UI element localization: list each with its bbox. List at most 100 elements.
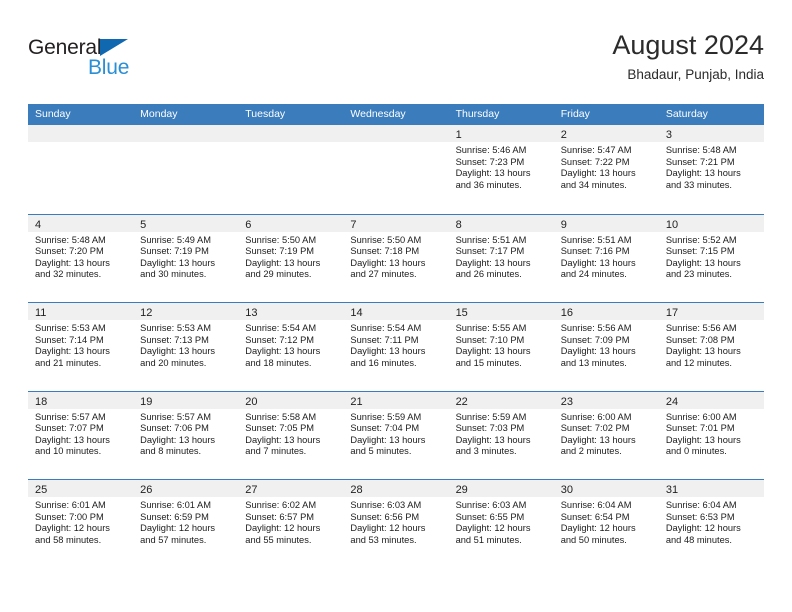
daylight-text-line2: and 0 minutes. (665, 446, 727, 457)
daylight-text-line1: Daylight: 13 hours (560, 168, 636, 179)
daylight-text-line2: and 21 minutes. (35, 357, 102, 368)
day-cell[interactable] (133, 125, 239, 214)
day-cell[interactable]: 13 Sunrise: 5:54 AM Sunset: 7:12 PM Dayl… (238, 303, 344, 391)
week-row: 1 Sunrise: 5:46 AM Sunset: 7:23 PM Dayli… (28, 125, 764, 214)
day-cell[interactable]: 30 Sunrise: 6:04 AM Sunset: 6:54 PM Dayl… (553, 480, 659, 568)
day-cell[interactable]: 31 Sunrise: 6:04 AM Sunset: 6:53 PM Dayl… (658, 480, 764, 568)
day-cell[interactable]: 7 Sunrise: 5:50 AM Sunset: 7:18 PM Dayli… (343, 214, 449, 302)
day-cell[interactable]: 28 Sunrise: 6:03 AM Sunset: 6:56 PM Dayl… (343, 480, 449, 568)
day-details: Sunrise: 5:53 AM Sunset: 7:13 PM Dayligh… (133, 320, 238, 369)
day-cell[interactable]: 10 Sunrise: 5:52 AM Sunset: 7:15 PM Dayl… (658, 214, 764, 302)
weekday-header-thursday: Thursday (455, 108, 500, 120)
day-cell[interactable]: 5 Sunrise: 5:49 AM Sunset: 7:19 PM Dayli… (133, 214, 239, 302)
day-cell[interactable]: 2 Sunrise: 5:47 AM Sunset: 7:22 PM Dayli… (553, 125, 659, 214)
day-number-band: 23 (553, 391, 659, 409)
day-number: 26 (140, 484, 153, 496)
daylight-text-line1: Daylight: 13 hours (665, 257, 741, 268)
day-cell[interactable]: 18 Sunrise: 5:57 AM Sunset: 7:07 PM Dayl… (28, 391, 134, 479)
daylight-text-line1: Daylight: 13 hours (560, 346, 636, 357)
day-cell[interactable]: 25 Sunrise: 6:01 AM Sunset: 7:00 PM Dayl… (28, 480, 134, 568)
sunrise-text: Sunrise: 6:00 AM (560, 411, 632, 422)
day-cell[interactable]: 21 Sunrise: 5:59 AM Sunset: 7:04 PM Dayl… (343, 391, 449, 479)
day-number: 5 (140, 218, 147, 231)
day-cell[interactable]: 9 Sunrise: 5:51 AM Sunset: 7:16 PM Dayli… (553, 214, 659, 302)
sunrise-text: Sunrise: 6:03 AM (455, 500, 527, 510)
day-cell[interactable]: 6 Sunrise: 5:50 AM Sunset: 7:19 PM Dayli… (238, 214, 344, 302)
daylight-text-line2: and 33 minutes. (665, 179, 732, 190)
sunset-text: Sunset: 6:56 PM (350, 511, 420, 522)
day-number: 9 (560, 218, 567, 231)
day-cell[interactable]: 24 Sunrise: 6:00 AM Sunset: 7:01 PM Dayl… (658, 391, 764, 479)
sunset-text: Sunset: 7:00 PM (35, 511, 104, 522)
daylight-text-line2: and 20 minutes. (140, 357, 207, 368)
day-number-band: 29 (448, 480, 554, 497)
day-number-band: 14 (343, 303, 449, 320)
daylight-text-line1: Daylight: 13 hours (455, 346, 531, 357)
day-cell[interactable] (238, 125, 344, 214)
day-cell[interactable]: 8 Sunrise: 5:51 AM Sunset: 7:17 PM Dayli… (448, 214, 554, 302)
week-row: 4 Sunrise: 5:48 AM Sunset: 7:20 PM Dayli… (28, 213, 764, 302)
day-cell[interactable]: 3 Sunrise: 5:48 AM Sunset: 7:21 PM Dayli… (658, 125, 764, 214)
day-number-band: 10 (658, 214, 764, 232)
day-number-band: 24 (658, 391, 764, 409)
week-row: 25 Sunrise: 6:01 AM Sunset: 7:00 PM Dayl… (28, 479, 764, 568)
sunrise-text: Sunrise: 5:56 AM (560, 323, 632, 333)
sunrise-text: Sunrise: 5:53 AM (140, 323, 211, 333)
daylight-text-line1: Daylight: 12 hours (350, 523, 426, 534)
sunset-text: Sunset: 7:10 PM (455, 334, 525, 345)
daylight-text-line2: and 53 minutes. (350, 534, 417, 545)
day-cell[interactable]: 29 Sunrise: 6:03 AM Sunset: 6:55 PM Dayl… (448, 480, 554, 568)
day-number: 23 (560, 395, 573, 408)
day-details: Sunrise: 6:03 AM Sunset: 6:56 PM Dayligh… (343, 497, 448, 546)
day-details: Sunrise: 5:55 AM Sunset: 7:10 PM Dayligh… (449, 320, 554, 369)
day-number-band: 18 (28, 391, 134, 409)
day-number: 18 (35, 395, 48, 408)
day-details: Sunrise: 5:47 AM Sunset: 7:22 PM Dayligh… (554, 142, 659, 191)
day-cell[interactable]: 19 Sunrise: 5:57 AM Sunset: 7:06 PM Dayl… (133, 391, 239, 479)
day-number-band: 28 (343, 480, 449, 497)
day-cell[interactable]: 17 Sunrise: 5:56 AM Sunset: 7:08 PM Dayl… (658, 303, 764, 391)
day-cell[interactable]: 1 Sunrise: 5:46 AM Sunset: 7:23 PM Dayli… (448, 125, 554, 214)
day-cell[interactable]: 23 Sunrise: 6:00 AM Sunset: 7:02 PM Dayl… (553, 391, 659, 479)
daylight-text-line1: Daylight: 13 hours (455, 257, 531, 268)
daylight-text-line1: Daylight: 12 hours (560, 523, 636, 534)
day-cell[interactable]: 4 Sunrise: 5:48 AM Sunset: 7:20 PM Dayli… (28, 214, 134, 302)
sunset-text: Sunset: 6:57 PM (245, 511, 315, 522)
day-number-band: 26 (133, 480, 239, 497)
day-number-band: 9 (553, 214, 659, 232)
day-cell[interactable]: 27 Sunrise: 6:02 AM Sunset: 6:57 PM Dayl… (238, 480, 344, 568)
day-cell[interactable]: 14 Sunrise: 5:54 AM Sunset: 7:11 PM Dayl… (343, 303, 449, 391)
day-cell[interactable]: 22 Sunrise: 5:59 AM Sunset: 7:03 PM Dayl… (448, 391, 554, 479)
day-details: Sunrise: 6:02 AM Sunset: 6:57 PM Dayligh… (238, 497, 343, 546)
day-cell[interactable] (28, 125, 134, 214)
sunset-text: Sunset: 7:05 PM (245, 423, 315, 434)
day-cell[interactable]: 11 Sunrise: 5:53 AM Sunset: 7:14 PM Dayl… (28, 303, 134, 391)
daylight-text-line2: and 5 minutes. (350, 446, 412, 457)
daylight-text-line1: Daylight: 13 hours (35, 257, 110, 268)
daylight-text-line1: Daylight: 12 hours (665, 523, 741, 534)
sunset-text: Sunset: 7:12 PM (245, 334, 315, 345)
sunset-text: Sunset: 6:59 PM (140, 511, 209, 522)
daylight-text-line1: Daylight: 13 hours (560, 257, 636, 268)
day-cell[interactable]: 20 Sunrise: 5:58 AM Sunset: 7:05 PM Dayl… (238, 391, 344, 479)
day-cell[interactable]: 15 Sunrise: 5:55 AM Sunset: 7:10 PM Dayl… (448, 303, 554, 391)
brand-logo[interactable]: General Blue (28, 36, 208, 88)
day-number-band: 30 (553, 480, 659, 497)
day-number-band: 4 (28, 214, 134, 232)
daylight-text-line1: Daylight: 13 hours (455, 434, 531, 445)
day-number: 27 (245, 484, 258, 496)
day-cell[interactable] (343, 125, 449, 214)
day-details: Sunrise: 5:58 AM Sunset: 7:05 PM Dayligh… (238, 409, 343, 458)
daylight-text-line2: and 36 minutes. (455, 179, 522, 190)
sunrise-text: Sunrise: 5:46 AM (455, 145, 527, 155)
sunset-text: Sunset: 7:04 PM (350, 423, 420, 434)
day-number-band (28, 125, 134, 142)
day-cell[interactable]: 26 Sunrise: 6:01 AM Sunset: 6:59 PM Dayl… (133, 480, 239, 568)
sunrise-text: Sunrise: 5:58 AM (245, 411, 317, 422)
day-cell[interactable]: 16 Sunrise: 5:56 AM Sunset: 7:09 PM Dayl… (553, 303, 659, 391)
sunrise-text: Sunrise: 5:49 AM (140, 234, 211, 245)
triangle-icon (100, 39, 128, 56)
day-cell[interactable]: 12 Sunrise: 5:53 AM Sunset: 7:13 PM Dayl… (133, 303, 239, 391)
day-details: Sunrise: 5:57 AM Sunset: 7:07 PM Dayligh… (28, 409, 133, 458)
daylight-text-line1: Daylight: 13 hours (665, 346, 741, 357)
